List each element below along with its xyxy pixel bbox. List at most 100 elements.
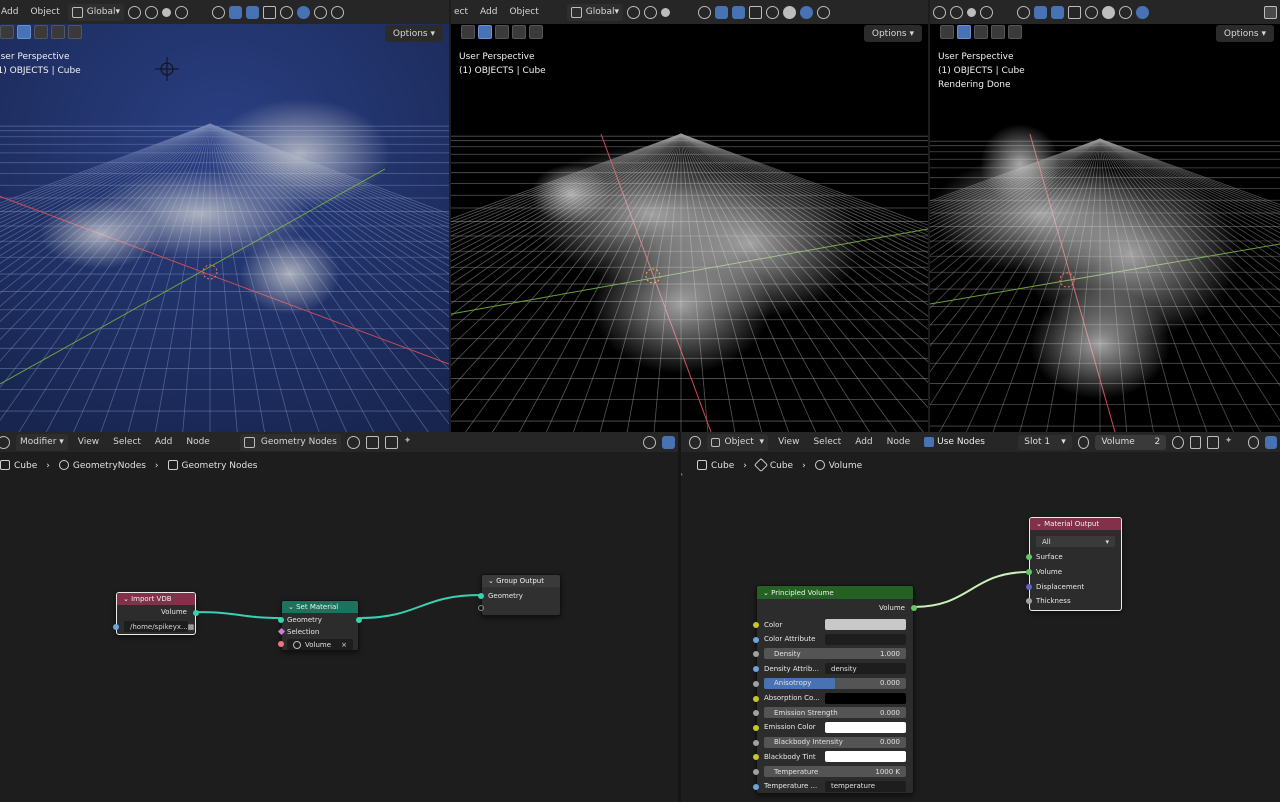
shader-node-editor[interactable]: Object ▾ View Select Add Node Use Nodes … — [681, 432, 1280, 802]
visibility-icon[interactable] — [698, 5, 712, 19]
object-menu[interactable]: Object — [26, 4, 63, 21]
options-button[interactable]: Options ▾ — [1215, 25, 1274, 42]
select-invert-icon[interactable] — [1008, 25, 1022, 39]
volume-socket[interactable] — [1026, 569, 1032, 575]
input-material-socket[interactable] — [278, 641, 284, 647]
xray-icon[interactable] — [263, 5, 276, 19]
select-invert-icon[interactable] — [68, 25, 82, 39]
input-socket[interactable] — [753, 724, 759, 731]
select-tool-icon[interactable] — [0, 25, 14, 39]
select-invert-icon[interactable] — [529, 25, 543, 39]
select-tool-icon[interactable] — [461, 25, 475, 39]
group-output-header[interactable]: ⌄ Group Output — [482, 575, 560, 587]
snap-icon[interactable] — [644, 5, 658, 19]
material-shading-icon[interactable] — [800, 5, 814, 19]
material-output-header[interactable]: ⌄ Material Output — [1030, 518, 1121, 530]
wireframe-shading-icon[interactable] — [766, 5, 780, 19]
input-socket[interactable] — [753, 695, 759, 702]
xray-icon[interactable] — [749, 5, 763, 19]
collapse-icon[interactable]: ⌄ — [1036, 520, 1044, 528]
collapse-icon[interactable]: ⌄ — [488, 577, 496, 585]
input-socket[interactable] — [753, 783, 759, 790]
proportional-icon[interactable] — [162, 7, 171, 17]
import-vdb-header[interactable]: ⌄ Import VDB — [117, 593, 195, 605]
solid-shading-icon[interactable] — [1102, 5, 1115, 19]
collapse-icon[interactable]: ⌄ — [288, 603, 296, 611]
pause-render-icon[interactable] — [1264, 5, 1277, 19]
add-menu[interactable]: Add — [476, 4, 501, 21]
folder-icon[interactable]: ▦ — [188, 623, 195, 631]
input-geometry-socket[interactable] — [478, 593, 484, 599]
viewport-material[interactable]: ect Add Object Global ▾ Options ▾ User Pe… — [451, 0, 928, 432]
output-volume-socket[interactable] — [193, 610, 199, 616]
wireframe-shading-icon[interactable] — [1085, 5, 1098, 19]
output-geometry-socket[interactable] — [356, 617, 362, 623]
color-swatch[interactable] — [825, 721, 906, 733]
import-vdb-node[interactable]: ⌄ Import VDB Volume /home/spikeyx... ▦ — [113, 592, 199, 635]
attribute-field[interactable]: temperature — [825, 780, 906, 792]
visibility-icon[interactable] — [1017, 5, 1030, 19]
principled-volume-header[interactable]: ⌄ Principled Volume — [757, 586, 913, 599]
input-socket[interactable] — [753, 769, 759, 775]
pivot-icon[interactable] — [933, 5, 946, 19]
visibility-icon[interactable] — [212, 5, 225, 19]
input-geometry-socket[interactable] — [278, 617, 284, 623]
input-socket[interactable] — [753, 651, 759, 658]
select-subtract-icon[interactable] — [51, 25, 65, 39]
select-new-icon[interactable] — [17, 25, 31, 39]
material-field[interactable]: Volume × — [287, 639, 353, 650]
material-shading-icon[interactable] — [314, 5, 327, 19]
gizmo-icon[interactable] — [1034, 5, 1047, 19]
input-socket[interactable] — [753, 754, 759, 761]
overlay-icon[interactable] — [246, 5, 259, 19]
path-socket[interactable] — [113, 624, 119, 630]
select-subtract-icon[interactable] — [991, 25, 1005, 39]
gizmo-icon[interactable] — [715, 5, 729, 19]
orientation-dropdown[interactable]: Global ▾ — [566, 3, 624, 21]
input-socket[interactable] — [753, 739, 759, 746]
clear-icon[interactable]: × — [341, 641, 347, 649]
select-extend-icon[interactable] — [495, 25, 509, 39]
proportional-icon[interactable] — [967, 7, 976, 17]
pivot-icon[interactable] — [128, 5, 141, 19]
select-new-icon[interactable] — [957, 25, 971, 39]
input-value-field[interactable]: Anisotropy 0.000 — [764, 677, 906, 689]
group-output-node[interactable]: ⌄ Group Output Geometry — [478, 574, 561, 616]
displacement-socket[interactable] — [1026, 584, 1032, 590]
object-menu-partial[interactable]: ect — [451, 4, 472, 21]
options-button[interactable]: Options ▾ — [384, 25, 443, 42]
pivot-icon[interactable] — [627, 5, 641, 19]
select-extend-icon[interactable] — [34, 25, 48, 39]
gizmo-icon[interactable] — [229, 5, 242, 19]
input-socket[interactable] — [753, 636, 759, 643]
input-socket[interactable] — [753, 680, 759, 687]
input-socket[interactable] — [753, 666, 759, 673]
falloff-icon[interactable] — [980, 5, 993, 19]
overlay-icon[interactable] — [732, 5, 746, 19]
object-menu[interactable]: Object — [505, 4, 542, 21]
attribute-field[interactable]: density — [825, 663, 906, 675]
principled-volume-node[interactable]: ⌄ Principled Volume Volume Color Color At… — [753, 585, 917, 794]
xray-icon[interactable] — [1068, 5, 1081, 19]
overlay-icon[interactable] — [1051, 5, 1064, 19]
solid-shading-icon[interactable] — [297, 5, 310, 19]
select-subtract-icon[interactable] — [512, 25, 526, 39]
wireframe-shading-icon[interactable] — [280, 5, 293, 19]
select-extend-icon[interactable] — [974, 25, 988, 39]
target-dropdown[interactable]: All ▾ — [1036, 536, 1115, 547]
color-swatch[interactable] — [825, 692, 906, 704]
add-menu[interactable]: Add — [0, 4, 22, 21]
input-value-field[interactable]: Density 1.000 — [764, 648, 906, 660]
attribute-field[interactable] — [825, 633, 906, 645]
output-volume-socket[interactable] — [911, 605, 917, 611]
path-field[interactable]: /home/spikeyx... ▦ — [124, 621, 194, 632]
material-shading-icon[interactable] — [1119, 5, 1132, 19]
empty-input-socket[interactable] — [478, 605, 484, 611]
options-button[interactable]: Options ▾ — [863, 25, 922, 42]
select-new-icon[interactable] — [478, 25, 492, 39]
collapse-icon[interactable]: ⌄ — [123, 595, 131, 603]
rendered-shading-icon[interactable] — [817, 5, 831, 19]
rendered-shading-icon[interactable] — [1136, 5, 1149, 19]
viewport-rendered[interactable]: Options ▾ User Perspective (1) OBJECTS |… — [930, 0, 1280, 432]
color-swatch[interactable] — [825, 751, 906, 763]
